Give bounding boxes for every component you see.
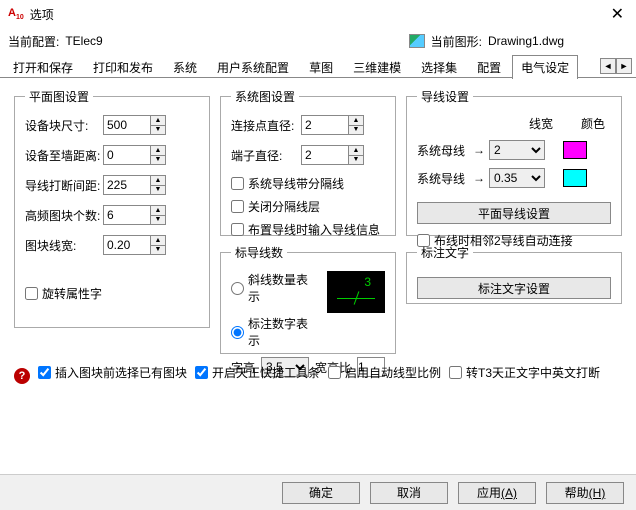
- hf-count-spinner[interactable]: ▲▼: [151, 205, 166, 225]
- tab-3d[interactable]: 三维建模: [344, 55, 410, 79]
- group-system: 系统图设置 连接点直径: ▲▼ 端子直径: ▲▼ 系统导线带分隔线 关闭分隔线层…: [220, 88, 396, 236]
- hdr-color: 颜色: [581, 115, 605, 132]
- wirenum-r2[interactable]: [231, 326, 244, 339]
- tab-open-save[interactable]: 打开和保存: [4, 55, 82, 79]
- arrow-icon: →: [473, 171, 485, 185]
- term-diam-spinner[interactable]: ▲▼: [349, 145, 364, 165]
- block-lw-label: 图块线宽:: [25, 237, 103, 254]
- sys-cb3-label: 布置导线时输入导线信息: [248, 221, 380, 238]
- hf-count-input[interactable]: [103, 205, 151, 225]
- tab-scroll-left-icon[interactable]: ◄: [600, 58, 616, 74]
- tab-system[interactable]: 系统: [164, 55, 206, 79]
- cancel-button[interactable]: 取消: [370, 482, 448, 504]
- group-wire-legend: 导线设置: [417, 88, 473, 105]
- apply-button[interactable]: 应用(A): [458, 482, 536, 504]
- sys-cb3[interactable]: [231, 223, 244, 236]
- plan-wire-settings-button[interactable]: 平面导线设置: [417, 202, 611, 224]
- tab-profile[interactable]: 配置: [468, 55, 510, 79]
- profile-label: 当前配置:: [8, 33, 59, 50]
- wall-dist-input[interactable]: [103, 145, 151, 165]
- sys-cb2-label: 关闭分隔线层: [248, 198, 320, 215]
- bottom-c4-label: 转T3天正文字中英文打断: [466, 364, 600, 381]
- tab-user[interactable]: 用户系统配置: [208, 55, 298, 79]
- bus-color-swatch[interactable]: [563, 141, 587, 159]
- group-wirenum-legend: 标导线数: [231, 244, 287, 261]
- block-size-input[interactable]: [103, 115, 151, 135]
- group-plan-legend: 平面图设置: [25, 88, 93, 105]
- tab-draft[interactable]: 草图: [300, 55, 342, 79]
- arrow-icon: →: [473, 143, 485, 157]
- tab-select[interactable]: 选择集: [412, 55, 466, 79]
- profile-value: TElec9: [65, 34, 205, 48]
- help-button[interactable]: 帮助(H): [546, 482, 624, 504]
- wire-gap-spinner[interactable]: ▲▼: [151, 175, 166, 195]
- group-system-legend: 系统图设置: [231, 88, 299, 105]
- line-label: 系统导线: [417, 170, 469, 187]
- bottom-c4[interactable]: [449, 366, 462, 379]
- sys-cb2[interactable]: [231, 200, 244, 213]
- help-icon[interactable]: ?: [14, 368, 30, 384]
- line-color-swatch[interactable]: [563, 169, 587, 187]
- bottom-c2[interactable]: [195, 366, 208, 379]
- drawing-value: Drawing1.dwg: [488, 34, 628, 48]
- tab-plot[interactable]: 打印和发布: [84, 55, 162, 79]
- conn-diam-input[interactable]: [301, 115, 349, 135]
- bus-label: 系统母线: [417, 142, 469, 159]
- bottom-c3[interactable]: [328, 366, 341, 379]
- block-lw-input[interactable]: [103, 235, 151, 255]
- ok-button[interactable]: 确定: [282, 482, 360, 504]
- block-size-label: 设备块尺寸:: [25, 117, 103, 134]
- block-size-spinner[interactable]: ▲▼: [151, 115, 166, 135]
- tab-bar: 打开和保存 打印和发布 系统 用户系统配置 草图 三维建模 选择集 配置 电气设…: [0, 54, 636, 78]
- block-lw-spinner[interactable]: ▲▼: [151, 235, 166, 255]
- rotate-attr-label: 旋转属性字: [42, 285, 102, 302]
- wire-gap-input[interactable]: [103, 175, 151, 195]
- term-diam-label: 端子直径:: [231, 147, 301, 164]
- group-dimtext-legend: 标注文字: [417, 244, 473, 261]
- wirenum-preview: 3: [327, 271, 385, 313]
- wirenum-r1-label: 斜线数量表示: [248, 271, 319, 305]
- tab-scroll-right-icon[interactable]: ►: [616, 58, 632, 74]
- window-title: 选项: [30, 6, 607, 23]
- sys-cb1-label: 系统导线带分隔线: [248, 175, 344, 192]
- term-diam-input[interactable]: [301, 145, 349, 165]
- line-lw-select[interactable]: 0.35: [489, 168, 545, 188]
- bottom-c1-label: 插入图块前选择已有图块: [55, 364, 187, 381]
- bottom-c2-label: 开启天正快捷工具条: [212, 364, 320, 381]
- wirenum-r1[interactable]: [231, 282, 244, 295]
- group-plan: 平面图设置 设备块尺寸: ▲▼ 设备至墙距离: ▲▼ 导线打断间距: ▲▼ 高频…: [14, 88, 210, 328]
- wirenum-r2-label: 标注数字表示: [248, 315, 319, 349]
- hdr-lw: 线宽: [529, 115, 553, 132]
- bottom-c1[interactable]: [38, 366, 51, 379]
- close-icon[interactable]: ✕: [607, 4, 628, 24]
- wire-gap-label: 导线打断间距:: [25, 177, 103, 194]
- conn-diam-spinner[interactable]: ▲▼: [349, 115, 364, 135]
- tab-electrical[interactable]: 电气设定: [512, 55, 578, 79]
- rotate-attr-checkbox[interactable]: [25, 287, 38, 300]
- group-dimtext: 标注文字 标注文字设置: [406, 244, 622, 304]
- conn-diam-label: 连接点直径:: [231, 117, 301, 134]
- bottom-c3-label: 启用自动线型比例: [345, 364, 441, 381]
- wall-dist-spinner[interactable]: ▲▼: [151, 145, 166, 165]
- drawing-label: 当前图形:: [431, 33, 482, 50]
- app-icon: A10: [8, 7, 24, 21]
- bus-lw-select[interactable]: 2: [489, 140, 545, 160]
- group-wire: 导线设置 线宽 颜色 系统母线 → 2 系统导线 → 0.35 平面导线: [406, 88, 622, 236]
- wall-dist-label: 设备至墙距离:: [25, 147, 103, 164]
- drawing-icon: [409, 34, 425, 48]
- group-wirenum: 标导线数 斜线数量表示 标注数字表示 3 字高 3.5 宽高比: [220, 244, 396, 354]
- hf-count-label: 高频图块个数:: [25, 207, 103, 224]
- dimtext-settings-button[interactable]: 标注文字设置: [417, 277, 611, 299]
- sys-cb1[interactable]: [231, 177, 244, 190]
